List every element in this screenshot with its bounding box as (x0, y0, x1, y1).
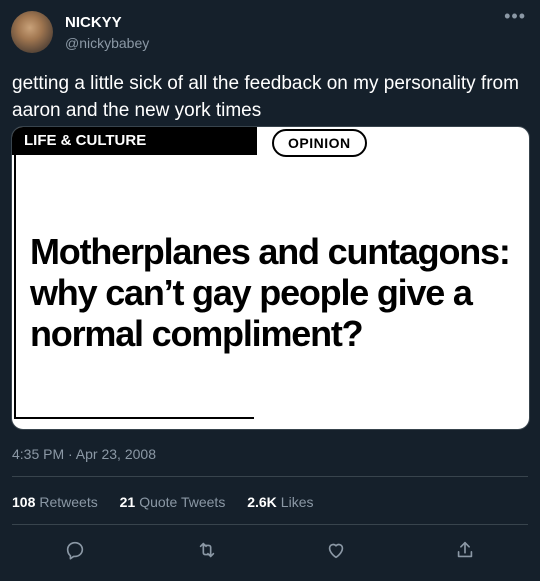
avatar[interactable] (11, 11, 53, 53)
tweet-media-image[interactable]: LIFE & CULTURE OPINION Motherplanes and … (11, 126, 530, 430)
bottom-rule-divider (14, 417, 254, 419)
author-name[interactable]: NICKYY (65, 14, 122, 31)
retweet-icon[interactable] (193, 536, 221, 564)
left-rule-divider (14, 155, 16, 417)
like-icon[interactable] (322, 536, 350, 564)
opinion-tag: OPINION (272, 129, 367, 157)
retweets-stat[interactable]: 108 Retweets (12, 494, 98, 510)
quote-tweets-label: Quote Tweets (139, 494, 226, 510)
likes-count: 2.6K (247, 494, 277, 510)
reply-icon[interactable] (61, 536, 89, 564)
author-handle[interactable]: @nickybabey (65, 35, 149, 51)
quote-tweets-stat[interactable]: 21 Quote Tweets (120, 494, 226, 510)
section-tag: LIFE & CULTURE (12, 127, 257, 155)
quote-tweets-count: 21 (119, 494, 136, 510)
divider (12, 476, 528, 477)
retweets-count: 108 (12, 494, 36, 510)
more-options-icon[interactable]: ••• (504, 6, 526, 27)
divider (12, 524, 528, 525)
tweet-stats: 108 Retweets 21 Quote Tweets 2.6K Likes (12, 494, 331, 510)
tweet-text: getting a little sick of all the feedbac… (12, 73, 519, 121)
share-icon[interactable] (451, 536, 479, 564)
retweets-label: Retweets (39, 494, 98, 510)
tweet-timestamp[interactable]: 4:35 PM · Apr 23, 2008 (12, 446, 156, 462)
likes-label: Likes (280, 494, 314, 510)
likes-stat[interactable]: 2.6K Likes (247, 494, 313, 510)
tweet-actions-bar (0, 530, 540, 570)
article-headline: Motherplanes and cuntagons: why can’t ga… (30, 231, 511, 354)
